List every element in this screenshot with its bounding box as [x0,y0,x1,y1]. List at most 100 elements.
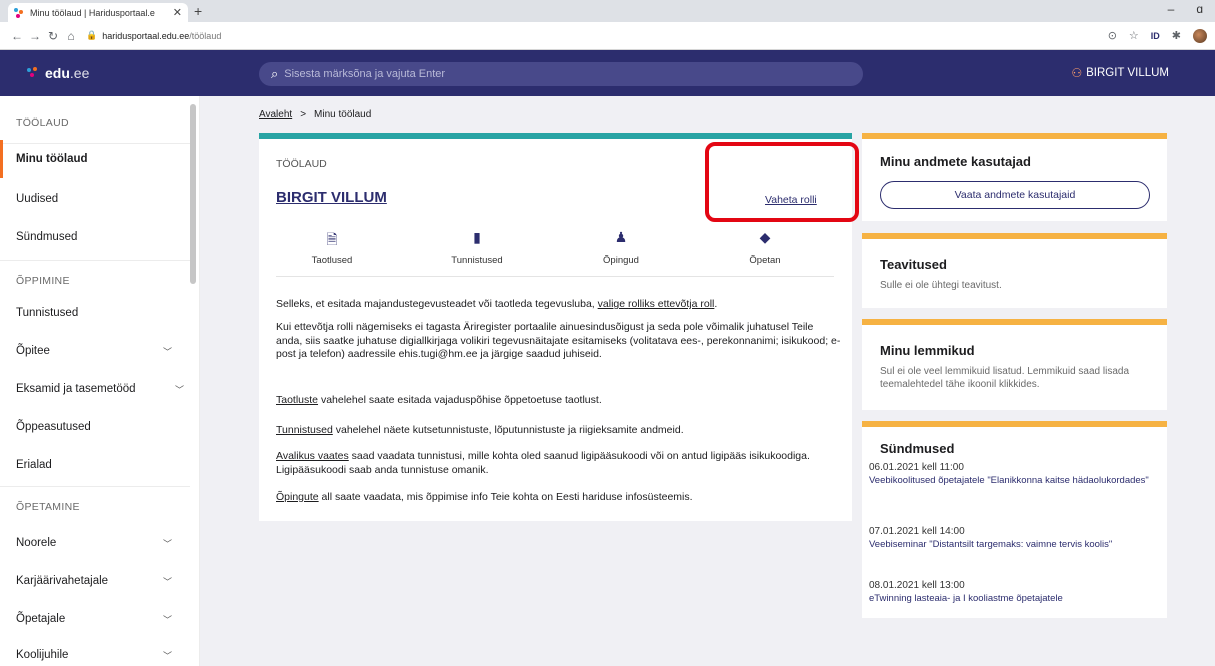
event-item[interactable]: 08.01.2021 kell 13:00 eTwinning lasteaia… [869,580,1159,605]
maximize-icon[interactable]: ɑ [1196,2,1203,16]
paragraph-text: . [714,298,718,310]
chevron-down-icon: ﹀ [162,651,172,661]
user-menu[interactable]: ⚇ BIRGIT VILLUM [1071,66,1169,80]
card-title: Minu andmete kasutajad [880,154,1031,169]
info-paragraph: Õpingute all saate vaadata, mis õppimise… [276,491,841,505]
browser-tab[interactable]: Minu töölaud | Haridusportaal.e ✕ [8,3,188,22]
sidebar-item-sundmused[interactable]: Sündmused [0,218,190,256]
lock-icon: 🔒 [86,30,98,40]
event-date: 07.01.2021 kell 14:00 [869,526,965,537]
close-tab-icon[interactable]: ✕ [173,6,182,19]
sidebar-item-opetajale[interactable]: Õpetajale ﹀ [0,600,190,638]
event-date: 06.01.2021 kell 11:00 [869,462,964,473]
sidebar-item-oppeasutused[interactable]: Õppeasutused [0,408,190,446]
event-title: Veebikoolitused õpetajatele "Elanikkonna… [869,475,1149,486]
search-placeholder: Sisesta märksõna ja vajuta Enter [284,68,446,80]
opingute-link[interactable]: Õpingute [276,491,319,503]
tab-label: Taotlused [311,255,353,266]
sidebar-item-label: Karjäärivahetajale [16,575,109,587]
user-name-link[interactable]: BIRGIT VILLUM [276,189,387,206]
star-icon[interactable]: ☆ [1129,29,1139,42]
sidebar-item-eksamid[interactable]: Eksamid ja tasemetööd ﹀ [0,370,190,408]
search-icon: ⌕ [271,66,279,81]
taotluste-link[interactable]: Taotluste [276,394,318,406]
chevron-down-icon: ﹀ [162,615,172,625]
tunnistused-link[interactable]: Tunnistused [276,424,333,436]
view-data-users-button[interactable]: Vaata andmete kasutajaid [880,181,1150,209]
site-header: edu .ee ⌕ Sisesta märksõna ja vajuta Ente… [0,50,1215,96]
extension-icon[interactable]: ID [1151,31,1160,41]
tab-label: Tunnistused [451,255,503,266]
chevron-down-icon: ﹀ [174,385,184,395]
favicon-icon [14,7,24,18]
sidebar-item-erialad[interactable]: Erialad [0,446,190,484]
address-bar[interactable]: 🔒 haridusportaal.edu.ee /töölaud [86,26,1108,46]
info-paragraph: Taotluste vahelehel saate esitada vajadu… [276,394,841,408]
site-logo[interactable]: edu .ee [27,65,89,81]
sidebar-item-uudised[interactable]: Uudised [0,180,190,218]
card-title: Teavitused [880,257,947,272]
search-input[interactable]: ⌕ Sisesta märksõna ja vajuta Enter [259,62,863,86]
url-host: haridusportaal.edu.ee [102,30,190,41]
breadcrumb: Avaleht > Minu töölaud [259,109,371,120]
event-item[interactable]: 07.01.2021 kell 14:00 Veebiseminar "Dist… [869,526,1159,551]
sidebar-item-minu-toolaud[interactable]: Minu töölaud [0,140,190,178]
event-item[interactable]: 06.01.2021 kell 11:00 Veebikoolitused õp… [869,462,1159,487]
favorites-empty-text: Sul ei ole veel lemmikuid lisatud. Lemmi… [880,366,1130,390]
paragraph-text: vahelehel näete kutsetunnistuste, lõputu… [332,424,684,436]
tab-opetan[interactable]: ◆ Õpetan [720,229,810,266]
notifications-empty-text: Sulle ei ole ühtegi teavitust. [880,280,1002,291]
sidebar-item-label: Õpitee [16,345,50,357]
data-users-card: Minu andmete kasutajad Vaata andmete kas… [862,133,1167,221]
sidebar-item-tunnistused[interactable]: Tunnistused [0,294,190,332]
puzzle-icon[interactable]: ✱ [1172,29,1181,42]
sidebar-item-noorele[interactable]: Noorele ﹀ [0,524,190,562]
document-icon: 🗎 [326,231,338,247]
paragraph-text: Selleks, et esitada majandustegevusteade… [276,298,598,310]
tab-tunnistused[interactable]: ▮ Tunnistused [432,229,522,266]
tracking-icon[interactable]: ⊙ [1108,29,1117,42]
event-title: Veebiseminar "Distantsilt targemaks: vai… [869,539,1113,550]
breadcrumb-home-link[interactable]: Avaleht [259,109,292,120]
profile-avatar[interactable] [1193,28,1207,43]
card-title: Minu lemmikud [880,343,975,358]
sidebar-scrollbar[interactable] [190,104,196,284]
window-controls: – ɑ [1168,2,1203,16]
home-icon[interactable]: ⌂ [62,29,80,43]
avalikus-vaates-link[interactable]: Avalikus vaates [276,450,349,462]
tab-label: Õpetan [749,255,781,266]
sidebar-item-label: Eksamid ja tasemetööd [16,383,136,395]
tab-taotlused[interactable]: 🗎 Taotlused [287,229,377,266]
info-paragraph: Selleks, et esitada majandustegevusteade… [276,298,841,312]
tab-label: Õpingud [603,255,639,266]
sidebar-item-karjaarivahetajale[interactable]: Karjäärivahetajale ﹀ [0,562,190,600]
sidebar-section-toolaud: TÖÖLAUD [16,117,69,129]
paragraph-text: vahelehel saate esitada vajaduspõhise õp… [318,394,602,406]
forward-icon[interactable]: → [26,29,44,43]
card-label: TÖÖLAUD [276,158,327,170]
chevron-down-icon: ﹀ [162,539,172,549]
divider [0,486,190,487]
event-title: eTwinning lasteaia- ja I kooliastme õpet… [869,593,1063,604]
sidebar-item-label: Koolijuhile [16,649,69,661]
choose-company-role-link[interactable]: valige rolliks ettevõtja roll [598,298,715,310]
back-icon[interactable]: ← [8,29,26,43]
info-paragraph: Kui ettevõtja rolli nägemiseks ei tagast… [276,321,841,360]
graduation-cap-icon: ◆ [759,229,771,245]
tab-opingud[interactable]: ♟ Õpingud [576,229,666,266]
info-paragraph: Avalikus vaates saad vaadata tunnistusi,… [276,450,841,477]
dashboard-tabs: 🗎 Taotlused ▮ Tunnistused ♟ Õpingud ◆ Õp… [276,229,834,277]
sidebar-item-opitee[interactable]: Õpitee ﹀ [0,332,190,370]
sidebar-item-label: Õpetajale [16,613,66,625]
toolbar-icons: ⊙ ☆ ID ✱ [1108,28,1207,43]
new-tab-button[interactable]: + [194,3,202,19]
sidebar-item-koolijuhile[interactable]: Koolijuhile ﹀ [0,636,190,666]
paragraph-text: saad vaadata tunnistusi, mille kohta ole… [276,450,810,476]
reload-icon[interactable]: ↻ [44,29,62,43]
sidebar-item-label: Noorele [16,537,57,549]
logo-dots-icon [27,67,41,79]
annotation-highlight-box [705,142,859,222]
minimize-icon[interactable]: – [1168,2,1175,16]
notifications-card: Teavitused Sulle ei ole ühtegi teavitust… [862,233,1167,308]
card-title: Sündmused [880,441,955,456]
